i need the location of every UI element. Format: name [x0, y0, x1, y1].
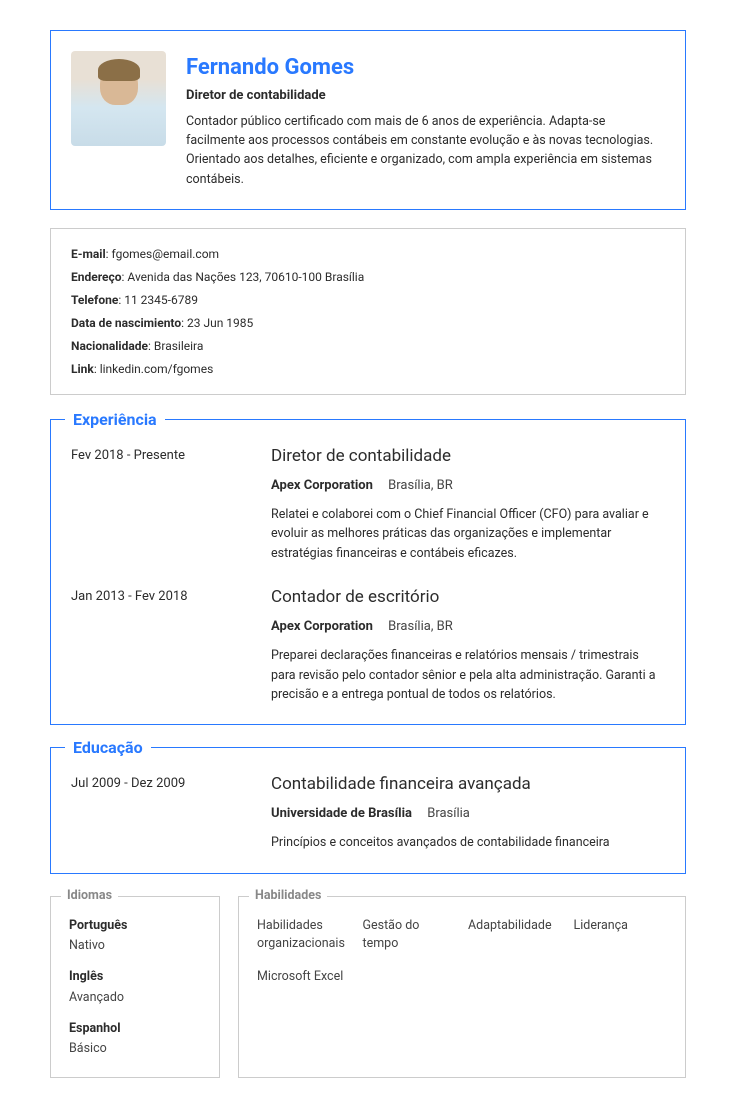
skill-item: Gestão do tempo [363, 917, 457, 955]
header-box: Fernando Gomes Diretor de contabilidade … [50, 30, 686, 210]
entry-title: Contador de escritório [271, 585, 665, 611]
contact-value: fgomes@email.com [112, 247, 220, 261]
skill-item: Microsoft Excel [257, 968, 351, 987]
contact-box: E-mail: fgomes@email.com Endereço: Aveni… [50, 228, 686, 395]
entry-loc: Brasília, BR [388, 478, 453, 493]
contact-address: Endereço: Avenida das Nações 123, 70610-… [71, 268, 665, 286]
entry-content: Contador de escritório Apex Corporation … [271, 585, 665, 704]
contact-value: Avenida das Nações 123, 70610-100 Brasíl… [127, 270, 364, 284]
entry-content: Diretor de contabilidade Apex Corporatio… [271, 444, 665, 563]
contact-value: linkedin.com/fgomes [100, 362, 214, 376]
section-title: Idiomas [61, 887, 118, 906]
skills-grid: Habilidades organizacionais Gestão do te… [257, 917, 667, 987]
language-level: Avançado [69, 989, 201, 1008]
contact-label: Nacionalidade [71, 339, 148, 353]
contact-nationality: Nacionalidade: Brasileira [71, 337, 665, 355]
entry-date: Jan 2013 - Fev 2018 [71, 585, 251, 704]
person-name: Fernando Gomes [186, 51, 665, 84]
skill-item: Habilidades organizacionais [257, 917, 351, 955]
skills-section: Habilidades Habilidades organizacionais … [238, 896, 686, 1079]
contact-label: Link [71, 362, 94, 376]
language-item: Português Nativo [69, 917, 201, 957]
skill-item: Liderança [574, 917, 668, 955]
entry-title: Contabilidade financeira avançada [271, 772, 665, 798]
contact-value: 11 2345-6789 [124, 293, 198, 307]
section-title: Habilidades [249, 887, 327, 906]
language-item: Espanhol Básico [69, 1020, 201, 1060]
person-summary: Contador público certificado com mais de… [186, 112, 665, 190]
education-entry: Jul 2009 - Dez 2009 Contabilidade financ… [71, 772, 665, 852]
person-title: Diretor de contabilidade [186, 86, 665, 106]
contact-label: E-mail [71, 247, 106, 261]
experience-entry: Fev 2018 - Presente Diretor de contabili… [71, 444, 665, 563]
entry-org: Apex Corporation [271, 619, 373, 634]
entry-content: Contabilidade financeira avançada Univer… [271, 772, 665, 852]
entry-desc: Preparei declarações financeiras e relat… [271, 646, 665, 704]
language-item: Inglês Avançado [69, 968, 201, 1008]
education-section: Educação Jul 2009 - Dez 2009 Contabilida… [50, 747, 686, 873]
contact-value: 23 Jun 1985 [187, 316, 253, 330]
contact-dob: Data de nascimiento: 23 Jun 1985 [71, 314, 665, 332]
avatar [71, 51, 166, 146]
entry-subtitle: Universidade de Brasília Brasília [271, 804, 665, 824]
experience-entry: Jan 2013 - Fev 2018 Contador de escritór… [71, 585, 665, 704]
entry-date: Fev 2018 - Presente [71, 444, 251, 563]
entry-org: Apex Corporation [271, 478, 373, 493]
language-name: Espanhol [69, 1020, 201, 1039]
entry-date: Jul 2009 - Dez 2009 [71, 772, 251, 852]
contact-label: Data de nascimiento [71, 316, 181, 330]
section-title: Experiência [65, 408, 165, 432]
entry-subtitle: Apex Corporation Brasília, BR [271, 617, 665, 637]
contact-value: Brasileira [154, 339, 204, 353]
entry-desc: Relatei e colaborei com o Chief Financia… [271, 505, 665, 563]
entry-subtitle: Apex Corporation Brasília, BR [271, 476, 665, 496]
languages-section: Idiomas Português Nativo Inglês Avançado… [50, 896, 220, 1079]
contact-link: Link: linkedin.com/fgomes [71, 360, 665, 378]
contact-email: E-mail: fgomes@email.com [71, 245, 665, 263]
entry-loc: Brasília [427, 806, 470, 821]
contact-label: Endereço [71, 270, 122, 284]
entry-org: Universidade de Brasília [271, 806, 412, 821]
language-name: Português [69, 917, 201, 936]
experience-section: Experiência Fev 2018 - Presente Diretor … [50, 419, 686, 725]
language-name: Inglês [69, 968, 201, 987]
skill-item: Adaptabilidade [468, 917, 562, 955]
entry-title: Diretor de contabilidade [271, 444, 665, 470]
section-title: Educação [65, 736, 151, 760]
contact-label: Telefone [71, 293, 118, 307]
bottom-row: Idiomas Português Nativo Inglês Avançado… [50, 896, 686, 1079]
header-content: Fernando Gomes Diretor de contabilidade … [186, 51, 665, 189]
contact-phone: Telefone: 11 2345-6789 [71, 291, 665, 309]
entry-loc: Brasília, BR [388, 619, 453, 634]
language-level: Nativo [69, 937, 201, 956]
language-level: Básico [69, 1040, 201, 1059]
entry-desc: Princípios e conceitos avançados de cont… [271, 833, 665, 852]
